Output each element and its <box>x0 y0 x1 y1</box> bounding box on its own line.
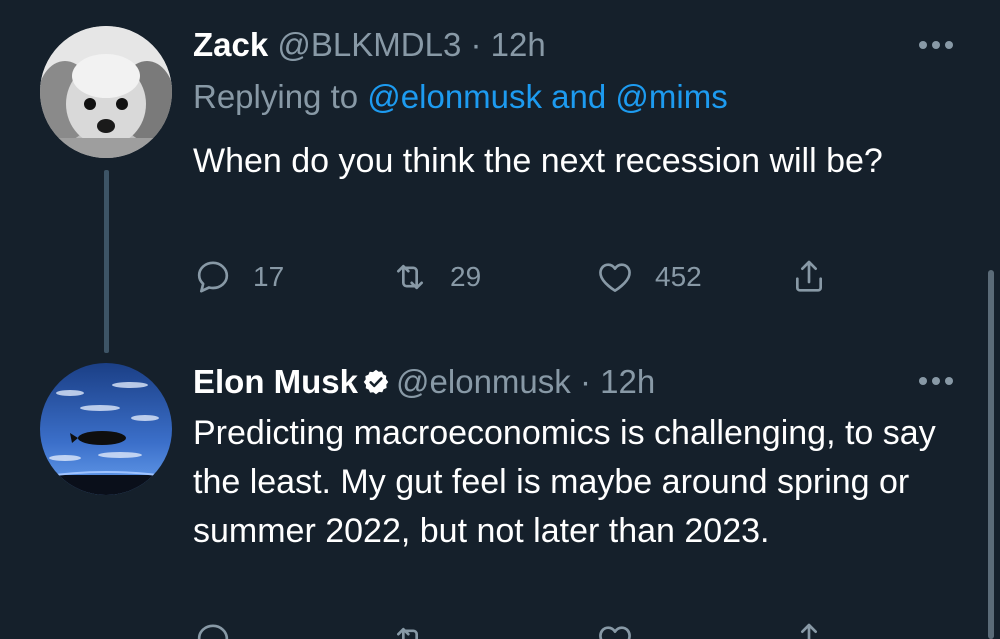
retweet-button[interactable]: 29 <box>390 255 481 299</box>
reply-button[interactable]: 17 <box>193 255 284 299</box>
tweet-thread: Zack @BLKMDL3 · 12h Replying to @elonmus… <box>0 0 1000 639</box>
more-options-icon[interactable] <box>916 38 956 52</box>
thread-connector-line <box>104 170 109 353</box>
tweet-text: Predicting macroeconomics is challenging… <box>193 414 936 550</box>
heart-icon <box>599 626 631 639</box>
separator-dot: · <box>579 363 591 400</box>
replying-to: Replying to @elonmusk and @mims <box>193 76 728 118</box>
like-count: 452 <box>655 261 702 292</box>
separator-dot: · <box>470 26 482 63</box>
verified-badge-icon <box>363 369 389 395</box>
share-icon <box>801 623 817 639</box>
more-options-icon[interactable] <box>916 374 956 388</box>
timestamp[interactable]: 12h <box>600 363 655 400</box>
earth-orbit-avatar <box>40 363 172 495</box>
tweet-text: When do you think the next recession wil… <box>193 142 883 180</box>
reply-icon <box>197 624 229 639</box>
dog-photo-avatar <box>40 26 172 158</box>
user-handle[interactable]: @elonmusk <box>396 363 571 400</box>
reply-count: 17 <box>253 261 285 292</box>
timestamp[interactable]: 12h <box>491 26 546 63</box>
replying-to-label: Replying to <box>193 78 359 115</box>
retweet-icon <box>397 264 423 290</box>
retweet-button[interactable] <box>390 618 450 639</box>
scrollbar[interactable] <box>988 270 994 639</box>
tweet-header: Elon Musk @elonmusk · 12h <box>193 362 655 402</box>
retweet-count: 29 <box>450 261 482 292</box>
share-button[interactable] <box>789 255 849 299</box>
reply-icon <box>197 261 229 293</box>
share-icon <box>796 260 822 292</box>
avatar-zack[interactable] <box>40 26 172 158</box>
share-button[interactable] <box>789 618 849 639</box>
display-name[interactable]: Zack <box>193 26 268 63</box>
heart-icon <box>599 263 631 292</box>
replying-to-mentions[interactable]: @elonmusk and @mims <box>367 78 727 115</box>
like-button[interactable] <box>595 618 655 639</box>
display-name[interactable]: Elon Musk <box>193 363 358 400</box>
like-button[interactable]: 452 <box>595 255 702 299</box>
tweet-header: Zack @BLKMDL3 · 12h <box>193 25 546 65</box>
avatar-elon-musk[interactable] <box>40 363 172 495</box>
retweet-icon <box>397 627 418 639</box>
reply-button[interactable] <box>193 618 253 639</box>
user-handle[interactable]: @BLKMDL3 <box>277 26 461 63</box>
